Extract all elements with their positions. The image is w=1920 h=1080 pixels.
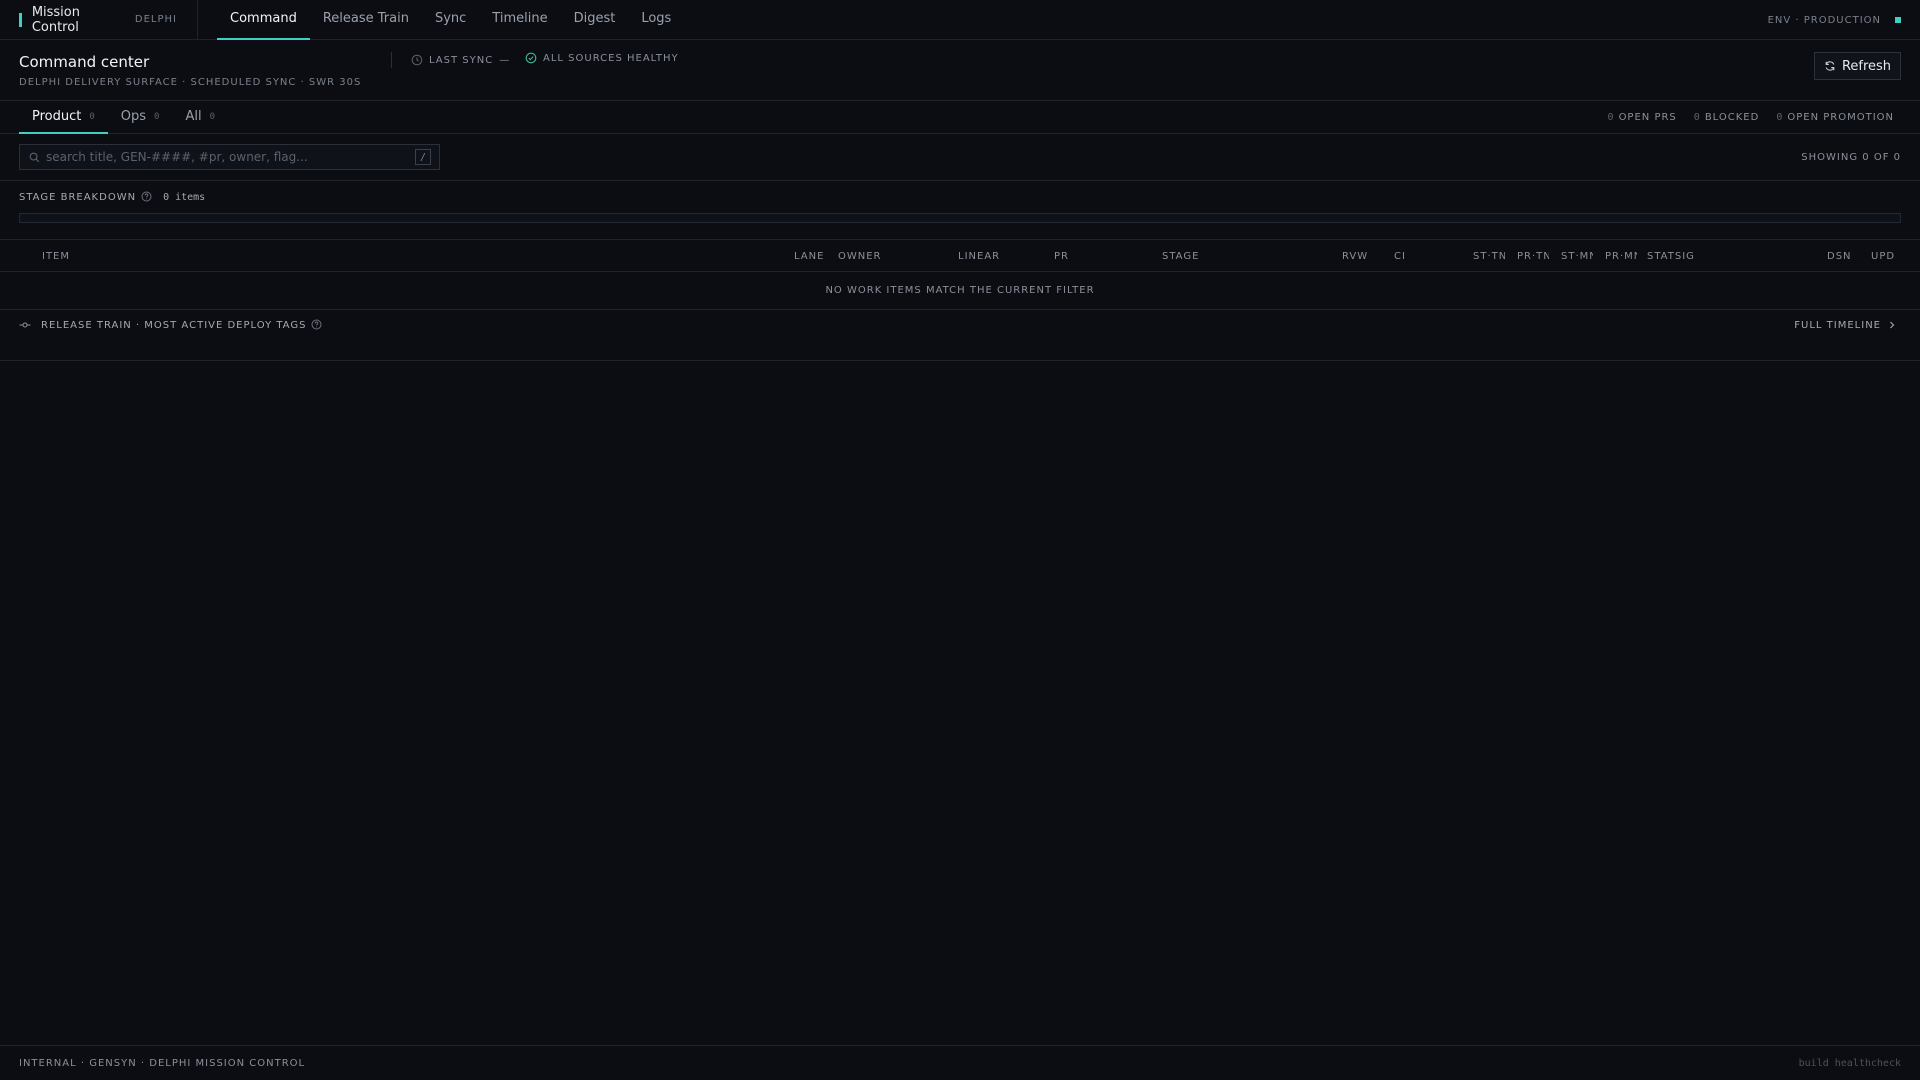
last-sync: LAST SYNC —: [411, 52, 510, 68]
stat-label: OPEN PROMOTION: [1787, 112, 1894, 123]
nav-sync[interactable]: Sync: [422, 0, 479, 40]
stat-label: OPEN PRS: [1618, 112, 1677, 123]
column-pr-mn[interactable]: PR·MN: [1605, 240, 1637, 272]
column-linear[interactable]: LINEAR: [958, 240, 1028, 272]
stage-breakdown: STAGE BREAKDOWN 0 items: [0, 181, 1920, 240]
column-rvw[interactable]: RVW: [1342, 240, 1376, 272]
last-sync-value: —: [499, 54, 511, 66]
summary-stats: 0 OPEN PRS 0 BLOCKED 0 OPEN PROMOTION: [1591, 101, 1894, 134]
stage-item-count: 0 items: [163, 191, 206, 203]
stage-breakdown-bar: [19, 213, 1901, 223]
stat-blocked[interactable]: 0 BLOCKED: [1694, 112, 1760, 123]
brand[interactable]: Mission Control DELPHI: [0, 0, 198, 40]
build-healthcheck-link[interactable]: build healthcheck: [1799, 1046, 1901, 1080]
health-status-label: ALL SOURCES HEALTHY: [543, 52, 679, 64]
top-bar: Mission Control DELPHI Command Release T…: [0, 0, 1920, 40]
stage-breakdown-header: STAGE BREAKDOWN 0 items: [19, 191, 205, 203]
column-pr[interactable]: PR: [1054, 240, 1094, 272]
table-header: ITEM LANE OWNER LINEAR PR STAGE RVW CI S…: [0, 240, 1920, 272]
column-pr-tn[interactable]: PR·TN: [1517, 240, 1549, 272]
tab-all[interactable]: All 0: [172, 101, 228, 134]
column-owner[interactable]: OWNER: [838, 240, 908, 272]
stat-open-promotion[interactable]: 0 OPEN PROMOTION: [1776, 112, 1894, 123]
tab-ops[interactable]: Ops 0: [108, 101, 173, 134]
tab-label: All: [185, 109, 202, 124]
release-train-section: RELEASE TRAIN · MOST ACTIVE DEPLOY TAGS …: [0, 310, 1920, 361]
stat-count: 0: [1693, 112, 1701, 123]
environment-indicator: ENV · PRODUCTION: [1768, 0, 1901, 40]
tab-count: 0: [154, 111, 160, 122]
nav-digest[interactable]: Digest: [561, 0, 629, 40]
tab-count: 0: [89, 111, 95, 122]
refresh-button-label: Refresh: [1841, 58, 1892, 74]
full-timeline-label: FULL TIMELINE: [1794, 319, 1881, 331]
column-item[interactable]: ITEM: [42, 240, 242, 272]
nav-command[interactable]: Command: [217, 0, 310, 40]
search-input[interactable]: [46, 150, 406, 164]
column-ci[interactable]: CI: [1394, 240, 1424, 272]
tab-label: Ops: [120, 109, 147, 124]
clock-icon: [411, 54, 423, 66]
empty-table-message: NO WORK ITEMS MATCH THE CURRENT FILTER: [0, 272, 1920, 310]
release-train-label: RELEASE TRAIN · MOST ACTIVE DEPLOY TAGS: [41, 319, 307, 331]
tab-count: 0: [209, 111, 216, 122]
result-count: SHOWING 0 OF 0: [1801, 152, 1901, 163]
column-lane[interactable]: LANE: [794, 240, 828, 272]
search-shortcut-key: /: [415, 149, 431, 165]
last-sync-label: LAST SYNC: [429, 54, 494, 66]
column-dsn[interactable]: DSN: [1827, 240, 1859, 272]
page-header: Command center DELPHI DELIVERY SURFACE ·…: [0, 40, 1920, 101]
search-icon: [29, 152, 40, 163]
column-st-mn[interactable]: ST·MN: [1561, 240, 1593, 272]
brand-name: Mission Control: [31, 4, 80, 35]
page-subtitle: DELPHI DELIVERY SURFACE · SCHEDULED SYNC…: [19, 77, 362, 88]
health-status: ALL SOURCES HEALTHY: [525, 50, 679, 66]
nav-timeline[interactable]: Timeline: [479, 0, 560, 40]
stat-label: BLOCKED: [1704, 112, 1760, 123]
page-title: Command center: [19, 53, 150, 71]
footer-label: INTERNAL · GENSYN · DELPHI MISSION CONTR…: [19, 1058, 306, 1069]
column-upd[interactable]: UPD: [1871, 240, 1905, 272]
footer: INTERNAL · GENSYN · DELPHI MISSION CONTR…: [0, 1045, 1920, 1080]
nav-logs[interactable]: Logs: [628, 0, 684, 40]
stat-open-prs[interactable]: 0 OPEN PRS: [1608, 112, 1677, 123]
brand-subtitle: DELPHI: [134, 14, 177, 25]
environment-status-dot: [1895, 17, 1901, 23]
info-icon[interactable]: [311, 319, 323, 331]
column-statsig[interactable]: STATSIG: [1647, 240, 1717, 272]
search-box: /: [19, 144, 440, 170]
lane-tabs: Product 0 Ops 0 All 0: [19, 101, 228, 134]
environment-label: ENV · PRODUCTION: [1767, 14, 1881, 26]
header-divider: [391, 52, 392, 68]
chevron-right-icon: [1887, 319, 1899, 331]
nav-release-train[interactable]: Release Train: [310, 0, 422, 40]
tab-product[interactable]: Product 0: [19, 101, 108, 134]
column-stage[interactable]: STAGE: [1162, 240, 1242, 272]
stage-breakdown-label: STAGE BREAKDOWN: [19, 191, 137, 203]
column-st-tn[interactable]: ST·TN: [1473, 240, 1505, 272]
search-row: / SHOWING 0 OF 0: [0, 134, 1920, 181]
refresh-button[interactable]: Refresh: [1814, 52, 1901, 80]
check-circle-icon: [525, 52, 537, 64]
brand-accent-bar: [19, 12, 22, 27]
stat-count: 0: [1607, 112, 1615, 123]
stat-count: 0: [1776, 112, 1784, 123]
commit-icon: [19, 319, 31, 331]
filter-tabs-row: Product 0 Ops 0 All 0 0 OPEN PRS 0 BLOCKED…: [0, 101, 1920, 134]
tab-label: Product: [32, 109, 82, 124]
refresh-icon: [1824, 60, 1836, 72]
release-train-header: RELEASE TRAIN · MOST ACTIVE DEPLOY TAGS: [19, 319, 323, 331]
main-nav: Command Release Train Sync Timeline Dige…: [217, 0, 684, 40]
info-icon[interactable]: [141, 191, 153, 203]
full-timeline-link[interactable]: FULL TIMELINE: [1794, 319, 1899, 331]
